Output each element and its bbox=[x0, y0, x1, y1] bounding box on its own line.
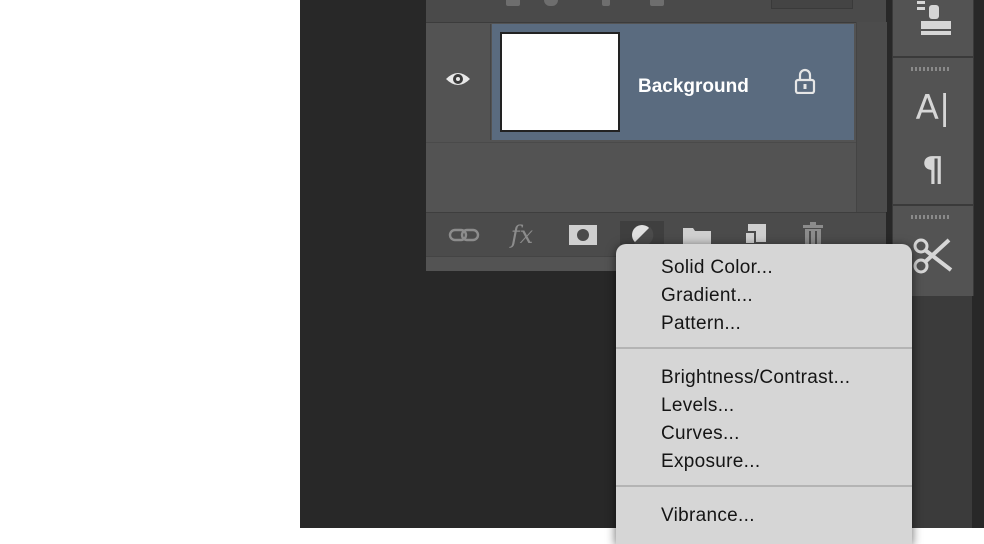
menu-item-levels[interactable]: Levels... bbox=[661, 395, 734, 417]
menu-separator bbox=[616, 485, 912, 487]
tool-presets-icon[interactable] bbox=[911, 236, 955, 276]
adjustment-layer-menu: Solid Color... Gradient... Pattern... Br… bbox=[616, 244, 912, 544]
link-icon[interactable] bbox=[447, 221, 481, 249]
layers-filter-toolbar bbox=[426, 0, 886, 23]
strip-divider bbox=[893, 204, 973, 206]
layers-empty-area bbox=[426, 142, 856, 211]
layers-scroll-track[interactable] bbox=[856, 22, 887, 212]
menu-item-gradient[interactable]: Gradient... bbox=[661, 285, 753, 307]
filter-shape-icon[interactable] bbox=[650, 0, 664, 6]
layer-thumbnail[interactable] bbox=[500, 32, 620, 132]
character-icon[interactable]: A| bbox=[911, 88, 955, 128]
mask-icon[interactable] bbox=[566, 221, 600, 249]
visibility-cell[interactable] bbox=[426, 24, 491, 140]
lock-icon[interactable] bbox=[794, 68, 816, 94]
strip-grip[interactable] bbox=[911, 67, 951, 71]
strip-divider bbox=[893, 56, 973, 58]
menu-item-brightness-contrast[interactable]: Brightness/Contrast... bbox=[661, 367, 850, 389]
menu-item-vibrance[interactable]: Vibrance... bbox=[661, 505, 755, 527]
filter-pixel-icon[interactable] bbox=[506, 0, 520, 6]
menu-item-solid-color[interactable]: Solid Color... bbox=[661, 257, 773, 279]
eye-icon[interactable] bbox=[444, 70, 472, 88]
menu-item-curves[interactable]: Curves... bbox=[661, 423, 740, 445]
filter-adjustment-icon[interactable] bbox=[544, 0, 558, 6]
layer-selected-highlight[interactable]: Background bbox=[492, 24, 854, 140]
fx-icon[interactable]: fx bbox=[505, 221, 539, 249]
document-canvas[interactable] bbox=[0, 0, 300, 528]
menu-item-exposure[interactable]: Exposure... bbox=[661, 451, 760, 473]
clone-source-icon[interactable] bbox=[911, 0, 955, 40]
menu-item-pattern[interactable]: Pattern... bbox=[661, 313, 741, 335]
opacity-field[interactable] bbox=[771, 0, 853, 9]
filter-type-icon[interactable] bbox=[602, 0, 610, 6]
layer-row-background[interactable]: Background bbox=[426, 24, 856, 140]
menu-separator bbox=[616, 347, 912, 349]
strip-grip[interactable] bbox=[911, 215, 951, 219]
paragraph-icon[interactable]: ¶ bbox=[911, 150, 955, 190]
layer-name[interactable]: Background bbox=[638, 76, 749, 98]
layers-panel: Background fx bbox=[426, 0, 887, 271]
